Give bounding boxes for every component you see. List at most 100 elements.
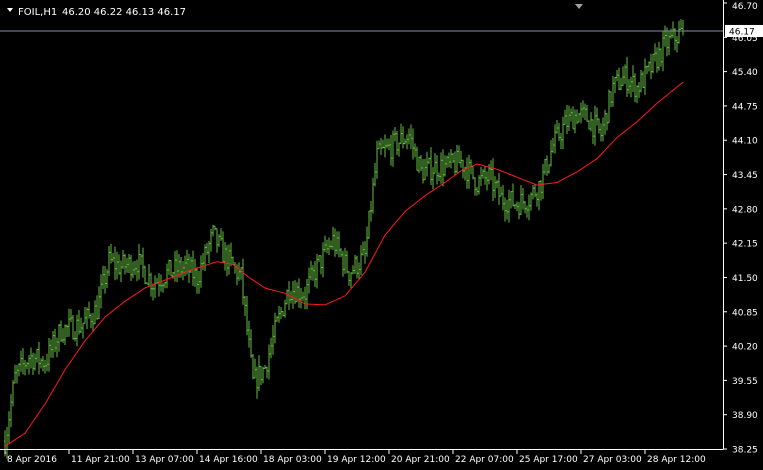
ohlc-bar: [164, 281, 166, 289]
ohlc-bar: [522, 188, 524, 210]
ohlc-bar: [300, 287, 302, 309]
ohlc-bar: [406, 134, 408, 150]
ohlc-bar: [264, 365, 266, 370]
ohlc-bar: [618, 67, 620, 91]
ohlc-bar: [414, 143, 416, 158]
ohlc-bar: [484, 166, 486, 185]
y-tick-label: 46.70: [732, 2, 758, 12]
ohlc-bar: [144, 265, 146, 285]
ohlc-bar: [226, 245, 228, 277]
ohlc-bar: [92, 312, 94, 332]
ohlc-bar: [442, 149, 444, 187]
ohlc-bar: [332, 226, 334, 251]
ohlc-bar: [516, 201, 518, 212]
ohlc-bar: [218, 234, 220, 248]
ohlc-bar: [242, 258, 244, 305]
x-tick-label: 22 Apr 07:00: [455, 455, 514, 465]
ohlc-bar: [334, 228, 336, 257]
ohlc-bar: [630, 76, 632, 98]
ohlc-bar: [374, 162, 376, 187]
shift-marker-icon[interactable]: [575, 4, 583, 9]
ohlc-bar: [570, 108, 572, 122]
ohlc-bar: [258, 355, 260, 392]
ohlc-bar: [326, 239, 328, 254]
ohlc-bar: [292, 281, 294, 309]
ohlc-bar: [160, 274, 162, 292]
ohlc-bar: [154, 275, 156, 298]
ohlc-bar: [48, 337, 50, 372]
ohlc-bar: [150, 272, 152, 297]
ohlc-bar: [354, 254, 356, 275]
ohlc-bar: [380, 138, 382, 155]
ohlc-bar: [282, 310, 284, 317]
ohlc-bar: [650, 53, 652, 80]
ohlc-bar: [192, 250, 194, 286]
ohlc-bar: [246, 295, 248, 336]
x-tick-label: 11 Apr 21:00: [71, 455, 130, 465]
ohlc-bar: [662, 30, 664, 72]
ohlc-bar: [512, 183, 514, 207]
ohlc-bar: [432, 167, 434, 190]
chart-canvas[interactable]: 46.7046.0545.4044.7544.1043.4542.8042.15…: [0, 0, 763, 466]
ohlc-bar: [612, 76, 614, 107]
ohlc-bar: [34, 353, 36, 371]
ohlc-bar: [482, 169, 484, 179]
ohlc-bar: [158, 273, 160, 297]
ohlc-bar: [80, 317, 82, 334]
ohlc-bar: [330, 240, 332, 250]
ohlc-bar: [122, 250, 124, 270]
ohlc-bar: [592, 119, 594, 145]
ohlc-bar: [568, 105, 570, 132]
ohlc-bar: [390, 135, 392, 166]
ohlc-bar: [340, 248, 342, 258]
ohlc-bar: [118, 254, 120, 275]
x-tick-label: 18 Apr 03:00: [263, 455, 322, 465]
ohlc-bar: [644, 58, 646, 95]
ohlc-bar: [210, 228, 212, 252]
ohlc-bar: [438, 172, 440, 182]
ohlc-bar: [424, 158, 426, 181]
ohlc-bar: [540, 180, 542, 201]
ohlc-bar: [266, 366, 268, 379]
ohlc-bar: [40, 358, 42, 369]
ohlc-bar: [272, 325, 274, 355]
ohlc-bar: [162, 282, 164, 293]
ohlc-bar: [492, 158, 494, 202]
ohlc-bar: [60, 320, 62, 343]
ohlc-bar: [558, 122, 560, 141]
ohlc-bar: [302, 291, 304, 302]
ohlc-bar: [494, 176, 496, 198]
ohlc-bar: [166, 263, 168, 289]
ohlc-bar: [206, 242, 208, 255]
ohlc-bar: [54, 328, 56, 353]
ohlc-bar: [656, 47, 658, 73]
ohlc-bar: [534, 183, 536, 198]
price-chart[interactable]: 46.70 46.05 45.40 44.75 44.10 43.45 42.80 42.15…: [0, 0, 763, 466]
ohlc-bar: [474, 177, 476, 196]
ohlc-bar: [620, 77, 622, 91]
ohlc-bar: [642, 71, 644, 88]
ohlc-bar: [82, 322, 84, 339]
ohlc-bar: [602, 117, 604, 142]
ohlc-bar: [562, 116, 564, 150]
ohlc-bar: [632, 65, 634, 92]
dropdown-triangle-icon[interactable]: [7, 8, 13, 12]
ohlc-bar: [78, 310, 80, 335]
x-tick-label: 28 Apr 12:00: [647, 455, 706, 465]
ohlc-bar: [56, 337, 58, 358]
ohlc-bar: [628, 79, 630, 94]
ohlc-bar: [214, 225, 216, 231]
ohlc-bar: [480, 166, 482, 186]
ohlc-bar: [560, 132, 562, 149]
ohlc-bar: [12, 380, 14, 407]
ohlc-bar: [678, 20, 680, 44]
ohlc-bar: [546, 155, 548, 176]
ohlc-bar: [364, 241, 366, 264]
ohlc-bar: [370, 200, 372, 222]
ohlc-bar: [274, 312, 276, 344]
ohlc-bar: [114, 246, 116, 281]
ohlc-bar: [126, 257, 128, 273]
ohlc-bar: [448, 152, 450, 168]
ohlc-bar: [198, 270, 200, 294]
ohlc-bar: [360, 245, 362, 276]
